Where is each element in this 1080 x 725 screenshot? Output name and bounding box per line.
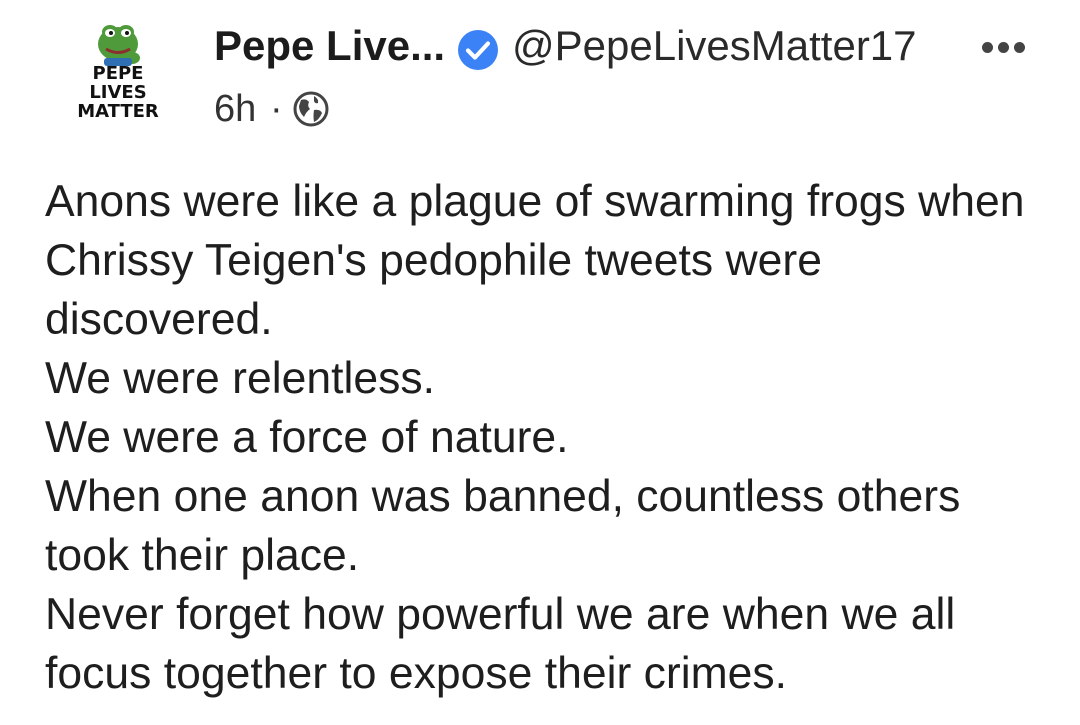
- post-paragraph: Never forget how powerful we are when we…: [45, 590, 956, 698]
- avatar-line-1: PEPE: [92, 63, 144, 84]
- pepe-frog-logo-icon: [98, 25, 140, 66]
- post-timestamp[interactable]: 6h: [214, 88, 256, 131]
- avatar-logo-text: PEPE LIVES MATTER: [70, 64, 166, 121]
- post-paragraph: We were a force of nature.: [45, 413, 569, 462]
- post-card: PEPE LIVES MATTER Pepe Live... @PepeLive…: [0, 0, 1080, 725]
- avatar[interactable]: PEPE LIVES MATTER: [70, 18, 166, 128]
- author-handle[interactable]: @PepeLivesMatter17: [512, 22, 917, 70]
- post-body: Anons were like a plague of swarming fro…: [45, 172, 1055, 703]
- post-paragraph: We were relentless.: [45, 354, 435, 403]
- avatar-line-2: LIVES: [89, 82, 147, 103]
- globe-icon: [293, 91, 329, 127]
- post-paragraph: When one anon was banned, countless othe…: [45, 472, 961, 580]
- verified-check-icon: [458, 30, 498, 70]
- meta-separator: ·: [270, 88, 283, 130]
- author-name[interactable]: Pepe Live...: [214, 22, 445, 70]
- avatar-line-3: MATTER: [77, 101, 159, 122]
- more-options-icon[interactable]: [982, 40, 1032, 54]
- post-paragraph: Anons were like a plague of swarming fro…: [45, 177, 1025, 344]
